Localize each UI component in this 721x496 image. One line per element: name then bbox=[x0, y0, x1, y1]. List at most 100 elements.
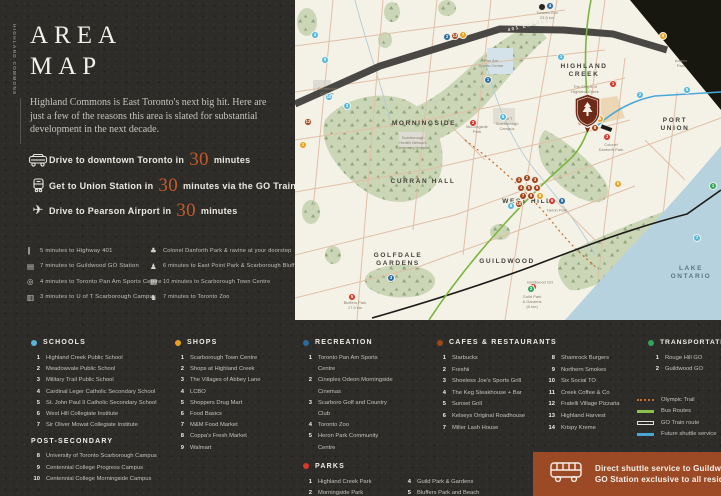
list-item: 4LCBO bbox=[175, 387, 260, 398]
map-marker-shops: 8 bbox=[536, 192, 544, 200]
map-marker-shops: 1 bbox=[299, 141, 307, 149]
fact-row: ♞ 7 minutes to Toronto Zoo bbox=[150, 290, 298, 306]
map-marker-cafes: 9 bbox=[527, 192, 535, 200]
list-item: 11Creek Coffee & Co bbox=[546, 388, 620, 400]
map-area-label: CURRAN HALL bbox=[391, 178, 456, 186]
list-item: 3Scarboro Golf and Country Club bbox=[303, 398, 395, 420]
fact-row: ▥ 3 minutes to U of T Scarborough Campus bbox=[27, 290, 162, 306]
legend-go-train: GO Train route bbox=[637, 417, 716, 429]
map-area-label: GUILDWOOD bbox=[479, 258, 535, 266]
map-marker-schools: 10 bbox=[325, 93, 333, 101]
list-item: 3Military Trail Public School bbox=[31, 375, 157, 386]
transportation-header: TRANSPORTATION bbox=[648, 339, 721, 346]
map-poi-label: Bluffers Park 17.5 km bbox=[344, 301, 367, 311]
list-item: 4Toronto Zoo bbox=[303, 420, 395, 431]
map-poi-label: Adams Park bbox=[675, 59, 687, 69]
parks-list-col1: 1Highland Creek Park2Morningside Park3Co… bbox=[303, 477, 375, 496]
schools-dot bbox=[31, 340, 37, 346]
list-item: 5Shoppers Drug Mart bbox=[175, 398, 260, 409]
commute-minutes: 30 bbox=[176, 201, 196, 220]
list-item: 5St. John Paul II Catholic Secondary Sch… bbox=[31, 398, 157, 409]
commute-text: Drive to Pearson Airport in bbox=[49, 206, 171, 216]
commute-row-downtown: Drive to downtown Toronto in30minutes bbox=[27, 150, 250, 169]
map-marker-poi bbox=[538, 3, 546, 11]
list-item: 7Miller Lash House bbox=[437, 423, 532, 435]
fact-icon: ∥ bbox=[27, 246, 40, 255]
brand-vertical-label: HIGHLAND COMMONS bbox=[11, 24, 16, 95]
map-marker-transportation: 1 bbox=[709, 182, 717, 190]
list-item: 5Heron Park Community Centre bbox=[303, 431, 395, 453]
map-area-label: PORT UNION bbox=[652, 117, 698, 133]
plane-icon: ✈ bbox=[27, 203, 49, 218]
fact-icon: ▦ bbox=[150, 277, 163, 286]
map-marker-parks: 3 bbox=[603, 133, 611, 141]
commute-row-airport: ✈ Drive to Pearson Airport in30minutes bbox=[27, 201, 238, 220]
map-marker-schools: 8 bbox=[499, 113, 507, 121]
list-item: 1Highland Creek Park bbox=[303, 477, 375, 488]
map-marker-shops: 7 bbox=[459, 31, 467, 39]
map-marker-cafes: 12 bbox=[304, 118, 312, 126]
map-marker-schools: 7 bbox=[693, 234, 701, 242]
map-marker-cafes: 3 bbox=[531, 176, 539, 184]
shuttle-banner: Direct shuttle service to Guildwood GO S… bbox=[533, 452, 721, 496]
list-item: 2Guildwood GO bbox=[650, 364, 721, 375]
map-marker-shops: 9 bbox=[659, 32, 667, 40]
map-marker-recreation: 5 bbox=[558, 197, 566, 205]
commute-text: minutes bbox=[214, 155, 251, 165]
facts-right: ♣ Colonel Danforth Park & ravine at your… bbox=[150, 243, 298, 305]
commute-text: minutes via the GO Train bbox=[183, 181, 296, 191]
fact-text: 5 minutes to Highway 401 bbox=[40, 248, 113, 254]
map-marker-parks: 6 bbox=[548, 197, 556, 205]
map-marker-schools: 1 bbox=[557, 53, 565, 61]
intro-paragraph: Highland Commons is East Toronto's next … bbox=[30, 96, 282, 137]
recreation-dot bbox=[303, 340, 309, 346]
map-marker-recreation: 4 bbox=[546, 2, 554, 10]
transportation-dot bbox=[648, 340, 654, 346]
transportation-list: 1Rouge Hill GO2Guildwood GO bbox=[650, 353, 721, 375]
legend-shuttle: Future shuttle service bbox=[637, 429, 716, 441]
map-marker-cafes: 7 bbox=[519, 192, 527, 200]
map-poi-label: Morningside Park bbox=[466, 125, 488, 135]
cafes-dot bbox=[437, 340, 443, 346]
list-item: 8Coppa's Fresh Market bbox=[175, 431, 260, 442]
facts-left: ∥ 5 minutes to Highway 401 ▤ 7 minutes t… bbox=[27, 243, 162, 305]
fact-icon: ♟ bbox=[150, 262, 163, 271]
bus-icon bbox=[549, 460, 583, 489]
fact-icon: ♣ bbox=[150, 246, 163, 255]
commute-row-union: Get to Union Station in30minutes via the… bbox=[27, 176, 296, 195]
schools-list: 1Highland Creek Public School2Meadowvale… bbox=[31, 353, 157, 431]
car-icon bbox=[27, 153, 49, 167]
list-item: 14Krispy Kreme bbox=[546, 423, 620, 435]
fact-text: 10 minutes to Scarborough Town Centre bbox=[163, 279, 270, 285]
map-marker-recreation: 2 bbox=[443, 33, 451, 41]
cafes-list-col2: 8Shamrock Burgers9Northern Smokes10Six S… bbox=[546, 353, 620, 434]
fact-text: 7 minutes to Guildwood GO Station bbox=[40, 263, 139, 269]
shuttle-swatch bbox=[637, 433, 654, 436]
list-item: 2Freshii bbox=[437, 365, 532, 377]
olympic-trail-swatch bbox=[637, 399, 654, 401]
column-cafes: CAFES & RESTAURANTS 1Starbucks2Freshii3S… bbox=[437, 339, 620, 434]
map-poi-label: Guild Park & Gardens (5 km) bbox=[522, 295, 541, 309]
legend-olympic-trail: Olympic Trail bbox=[637, 394, 716, 406]
list-item: 10Six Social TO bbox=[546, 376, 620, 388]
map-base bbox=[295, 0, 721, 320]
map-marker-cafes: 6 bbox=[533, 184, 541, 192]
list-item: 6West Hill Collegiate Institute bbox=[31, 409, 157, 420]
post-secondary-list: 8University of Toronto Scarborough Campu… bbox=[31, 451, 157, 485]
map-area-label: LAKE ONTARIO bbox=[671, 265, 712, 281]
map-poi-label: Heron Park bbox=[547, 209, 567, 214]
schools-title: SCHOOLS bbox=[43, 339, 86, 346]
recreation-title: RECREATION bbox=[315, 339, 373, 346]
commute-minutes: 30 bbox=[158, 176, 178, 195]
legend-bus-routes: Bus Routes bbox=[637, 406, 716, 418]
map-marker-schools: 3 bbox=[343, 102, 351, 110]
map-marker-recreation: 1 bbox=[484, 76, 492, 84]
map-marker-schools: 4 bbox=[311, 31, 319, 39]
map-marker-cafes: 10 bbox=[515, 200, 523, 208]
cafes-list-col1: 1Starbucks2Freshii3Shoeless Joe's Sports… bbox=[437, 353, 532, 434]
go-train-swatch bbox=[637, 421, 654, 425]
list-item: 1Starbucks bbox=[437, 353, 532, 365]
transportation-title: TRANSPORTATION bbox=[660, 339, 721, 346]
map-poi-label: Pan Am Sports Centre bbox=[479, 59, 504, 69]
list-item: 7Sir Oliver Mowat Collegiate Institute bbox=[31, 420, 157, 431]
